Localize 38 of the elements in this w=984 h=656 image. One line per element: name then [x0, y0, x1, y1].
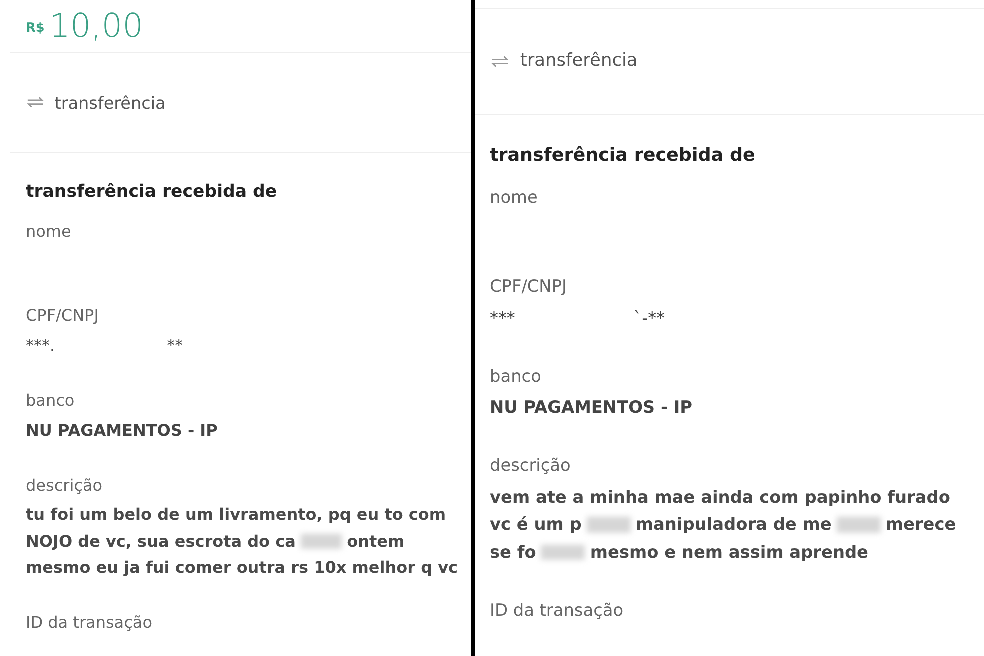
field-value: ***	[490, 306, 516, 330]
field-label: CPF/CNPJ	[490, 275, 567, 298]
currency-symbol: R$	[26, 21, 45, 36]
field-value: ***.	[26, 334, 56, 357]
section-heading: transferência recebida de	[26, 180, 278, 204]
field-label: descrição	[26, 474, 103, 497]
field-label: CPF/CNPJ	[26, 305, 99, 328]
field-label: banco	[490, 364, 542, 388]
description-text: NOJO de vc, sua escrota do ca	[26, 530, 296, 553]
field-value: NU PAGAMENTOS - IP	[26, 420, 218, 442]
transfer-type: transferência	[54, 92, 166, 113]
field-label: nome	[26, 220, 72, 243]
description-text: ontem	[347, 530, 405, 553]
description-text: mesmo eu ja fui comer outra rs 10x melhor q vc	[26, 556, 458, 579]
description-text: vem ate a minha mae ainda com papinho furado	[490, 486, 950, 509]
description-text: se fo	[490, 540, 536, 564]
field-label: descrição	[490, 454, 571, 478]
description-text: manipuladora de me	[636, 513, 832, 536]
field-label: nome	[490, 186, 538, 209]
redacted-blur	[586, 517, 631, 533]
transfer-arrows-icon	[26, 96, 46, 109]
redacted-blur	[836, 517, 881, 533]
field-value: **	[167, 334, 184, 357]
field-label: ID da transação	[26, 612, 152, 634]
redacted-blur	[300, 534, 342, 549]
description-text: merece	[886, 513, 956, 536]
field-value: NU PAGAMENTOS - IP	[490, 396, 693, 420]
amount-value: 10,00	[50, 7, 144, 45]
description-text: vc é um p	[490, 513, 582, 536]
transfer-type: transferência	[520, 51, 638, 72]
section-heading: transferência recebida de	[490, 144, 756, 168]
field-value: `-**	[634, 306, 666, 330]
transfer-arrows-icon	[490, 54, 510, 68]
description-text: mesmo e nem assim aprende	[590, 540, 869, 564]
field-label: ID da transação	[490, 599, 624, 622]
description-text: tu foi um belo de um livramento, pq eu to com	[26, 504, 446, 526]
field-label: banco	[26, 390, 75, 412]
redacted-blur	[541, 544, 586, 560]
